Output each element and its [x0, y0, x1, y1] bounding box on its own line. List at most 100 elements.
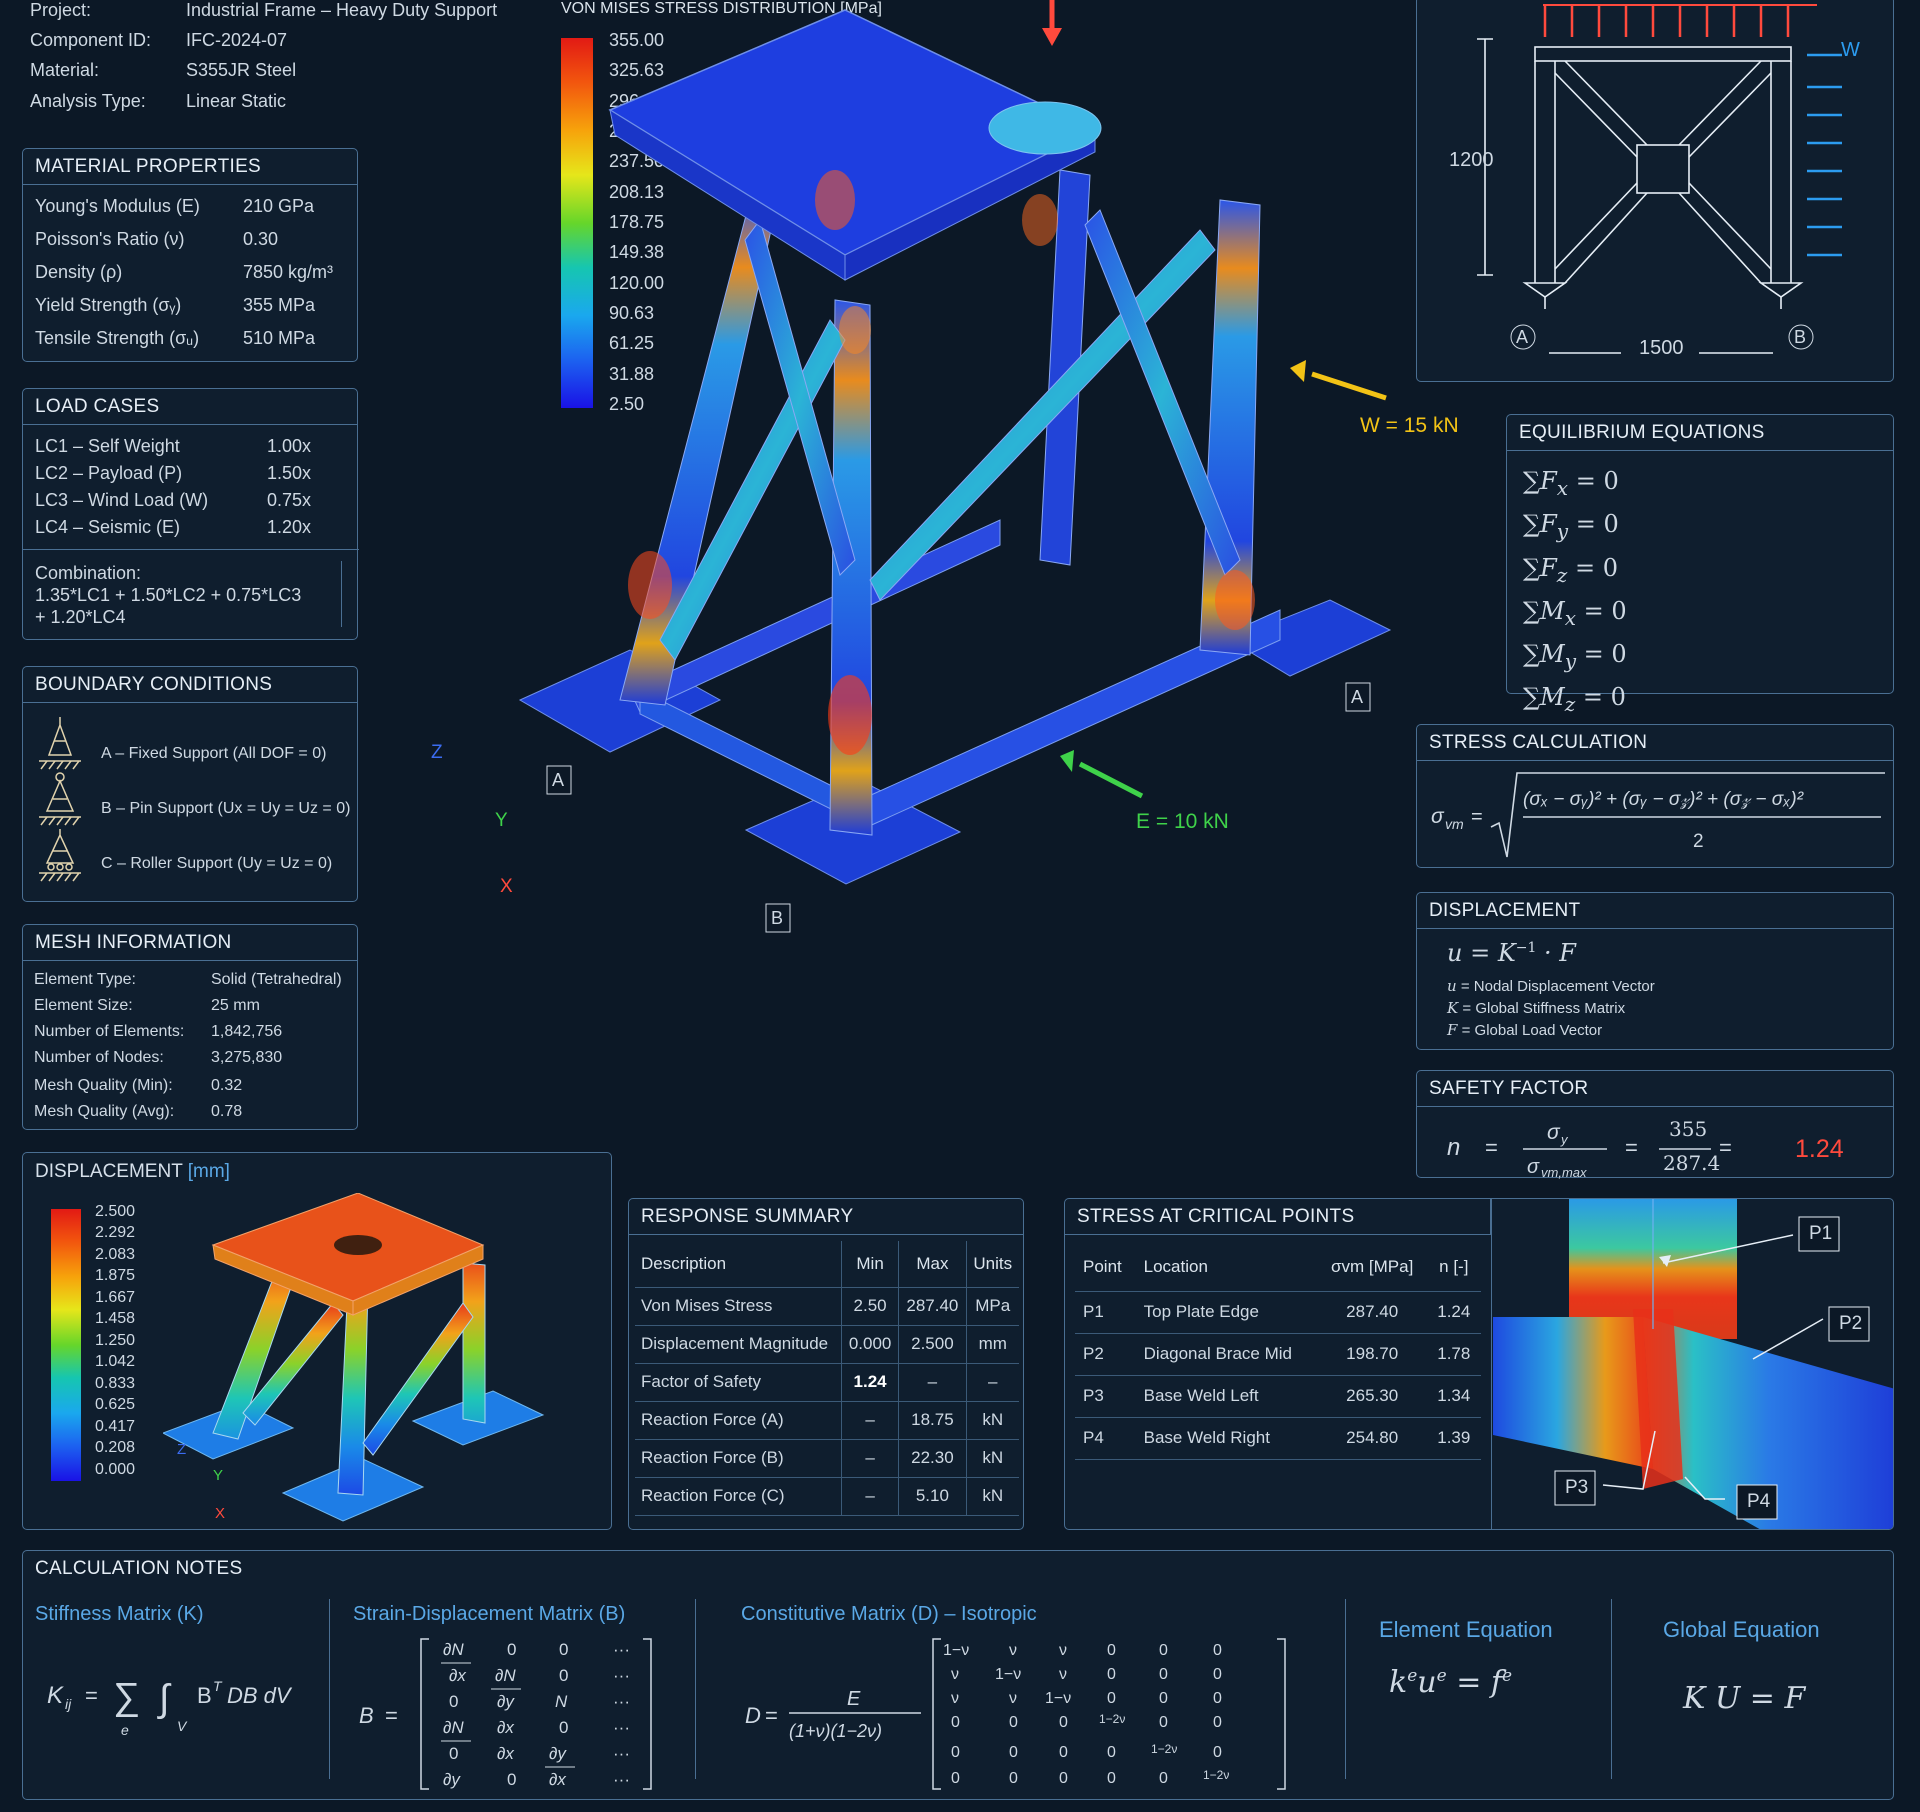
- symbol-definition: F = Global Load Vector: [1447, 1021, 1603, 1039]
- boundary-item: B – Pin Support (Ux = Uy = Uz = 0): [101, 800, 351, 817]
- mesh-label: Element Type:: [34, 971, 136, 988]
- svg-text:0: 0: [1159, 1770, 1168, 1787]
- load-case-label: LC3 – Wind Load (W): [35, 490, 209, 510]
- displacement-formula: u = K−1 · F: [1447, 939, 1576, 967]
- table-row: Factor of Safety 1.24– –: [635, 1363, 1019, 1402]
- legend-value: 2.083: [95, 1246, 136, 1263]
- svg-text:=: =: [1625, 1135, 1638, 1160]
- svg-text:∂N: ∂N: [443, 1718, 464, 1737]
- divider: [341, 561, 342, 627]
- load-case-factor: 1.20x: [267, 517, 312, 537]
- von-mises-formula: σ vm = (σₓ − σᵧ)² + (σᵧ − σ𝓏)² + (σ𝓏 − σ…: [1431, 772, 1885, 858]
- svg-text:0: 0: [1107, 1666, 1116, 1683]
- component-id-label: Component ID:: [30, 30, 152, 50]
- legend-value: 0.417: [95, 1418, 136, 1435]
- axis-label-y: Y: [213, 1467, 224, 1484]
- mesh-value: 0.32: [211, 1077, 243, 1094]
- divider: [1611, 1599, 1612, 1779]
- svg-text:0: 0: [1107, 1642, 1116, 1659]
- svg-text:σ: σ: [1431, 805, 1445, 828]
- table-header-row: Description Min Max Units: [635, 1241, 1019, 1288]
- svg-text:σ: σ: [1547, 1121, 1561, 1144]
- column-header: Description: [635, 1241, 842, 1288]
- svg-text:ν: ν: [1059, 1666, 1067, 1683]
- load-case-factor: 1.00x: [267, 436, 312, 456]
- response-summary-panel: RESPONSE SUMMARY Description Min Max Uni…: [628, 1198, 1024, 1530]
- legend-value: 0.000: [95, 1461, 136, 1478]
- svg-text:0: 0: [559, 1666, 568, 1685]
- svg-text:0: 0: [1107, 1744, 1116, 1761]
- svg-text:=: =: [1719, 1135, 1732, 1160]
- fixed-support-icon: [39, 717, 81, 770]
- panel-title: CALCULATION NOTES: [35, 1558, 243, 1579]
- max-stress-value: 287.4: [1663, 1151, 1721, 1175]
- callout-p2[interactable]: P2: [1839, 1313, 1862, 1335]
- displacement-model: [163, 1193, 545, 1522]
- equilibrium-equations: ∑Fx = 0 ∑Fy = 0 ∑Fz = 0 ∑Mx = 0 ∑My = 0 …: [1523, 463, 1627, 723]
- column-header: Max: [898, 1241, 966, 1288]
- material-value: S355JR Steel: [186, 60, 297, 80]
- svg-text:T: T: [213, 1678, 223, 1694]
- legend-value: 0.625: [95, 1396, 136, 1413]
- table-row: P3 Base Weld Left 265.30 1.34: [1075, 1375, 1481, 1418]
- svg-text:E: E: [847, 1688, 861, 1710]
- stiffness-formula: K ij = ∑ e ∫ V B T DB dV: [47, 1676, 293, 1738]
- svg-text:∂x: ∂x: [497, 1744, 514, 1763]
- displacement-plot-panel: DISPLACEMENT [mm] 2.500 2.292 2.083 1.87…: [22, 1152, 612, 1530]
- stress-hotspot: [815, 170, 855, 230]
- svg-text:1−2ν: 1−2ν: [1203, 1768, 1229, 1782]
- callout-p1[interactable]: P1: [1809, 1223, 1832, 1245]
- svg-text:···: ···: [613, 1692, 630, 1711]
- analysis-type-label: Analysis Type:: [30, 91, 146, 111]
- load-case-label: LC2 – Payload (P): [35, 463, 183, 483]
- callout-p4[interactable]: P4: [1747, 1491, 1770, 1513]
- svg-text:···: ···: [613, 1718, 630, 1737]
- stress-hotspot: [1215, 570, 1255, 630]
- legend-value: 1.250: [95, 1332, 136, 1349]
- column-header: Location: [1135, 1243, 1318, 1292]
- svg-text:∑: ∑: [113, 1676, 140, 1718]
- svg-text:ν: ν: [1009, 1690, 1017, 1707]
- panel-title: MESH INFORMATION: [23, 925, 357, 961]
- payload-arrow-head: [1042, 28, 1062, 46]
- svg-text:=: =: [85, 1683, 98, 1708]
- svg-text:e: e: [121, 1722, 129, 1738]
- svg-text:=: =: [1471, 806, 1483, 828]
- critical-detail-view[interactable]: [1493, 1199, 1894, 1530]
- table-row: P1 Top Plate Edge 287.40 1.24: [1075, 1291, 1481, 1334]
- svg-text:vm: vm: [1445, 816, 1464, 832]
- table-row: P2 Diagonal Brace Mid 198.70 1.78: [1075, 1333, 1481, 1376]
- svg-text:(1+ν)(1−2ν): (1+ν)(1−2ν): [789, 1721, 882, 1741]
- svg-text:∂N: ∂N: [495, 1666, 516, 1685]
- symbol-definition: u = Nodal Displacement Vector: [1447, 977, 1655, 995]
- material-properties-panel: MATERIAL PROPERTIES Young's Modulus (E) …: [22, 148, 358, 362]
- equation: ∑Mz = 0: [1523, 683, 1626, 717]
- svg-text:0: 0: [951, 1770, 960, 1787]
- panel-title: SAFETY FACTOR: [1417, 1071, 1893, 1107]
- svg-text:0: 0: [1107, 1690, 1116, 1707]
- svg-text:ν: ν: [1059, 1642, 1067, 1659]
- equilibrium-panel: EQUILIBRIUM EQUATIONS ∑Fx = 0 ∑Fy = 0 ∑F…: [1506, 414, 1894, 716]
- panel-title: LOAD CASES: [23, 389, 357, 425]
- axis-label-z: Z: [177, 1441, 187, 1458]
- prop-label: Young's Modulus (E): [35, 196, 200, 216]
- callout-p3[interactable]: P3: [1565, 1477, 1588, 1499]
- top-plate-hole: [988, 101, 1102, 155]
- frame-diagram-panel: 1200 1500 W A B: [1416, 0, 1894, 382]
- svg-text:2: 2: [1693, 831, 1704, 852]
- panel-title: EQUILIBRIUM EQUATIONS: [1507, 415, 1893, 451]
- svg-text:0: 0: [1213, 1744, 1222, 1761]
- svg-text:0: 0: [559, 1718, 568, 1737]
- svg-text:0: 0: [1059, 1714, 1068, 1731]
- fea-viewport[interactable]: [500, 0, 1400, 940]
- svg-text:∫: ∫: [157, 1678, 172, 1720]
- load-case-factor: 1.50x: [267, 463, 312, 483]
- svg-text:···: ···: [613, 1744, 630, 1763]
- symbol-definition: K = Global Stiffness Matrix: [1447, 999, 1626, 1017]
- element-equation-heading: Element Equation: [1379, 1617, 1553, 1642]
- svg-text:(σₓ − σᵧ)² + (σᵧ − σ𝓏)² + (σ�: (σₓ − σᵧ)² + (σᵧ − σ𝓏)² + (σ𝓏 − σₓ)²: [1523, 789, 1804, 810]
- support-label: B: [771, 908, 784, 928]
- legend-value: 0.833: [95, 1375, 136, 1392]
- global-equation: K U = F: [1683, 1681, 1806, 1716]
- svg-text:ν: ν: [1009, 1642, 1017, 1659]
